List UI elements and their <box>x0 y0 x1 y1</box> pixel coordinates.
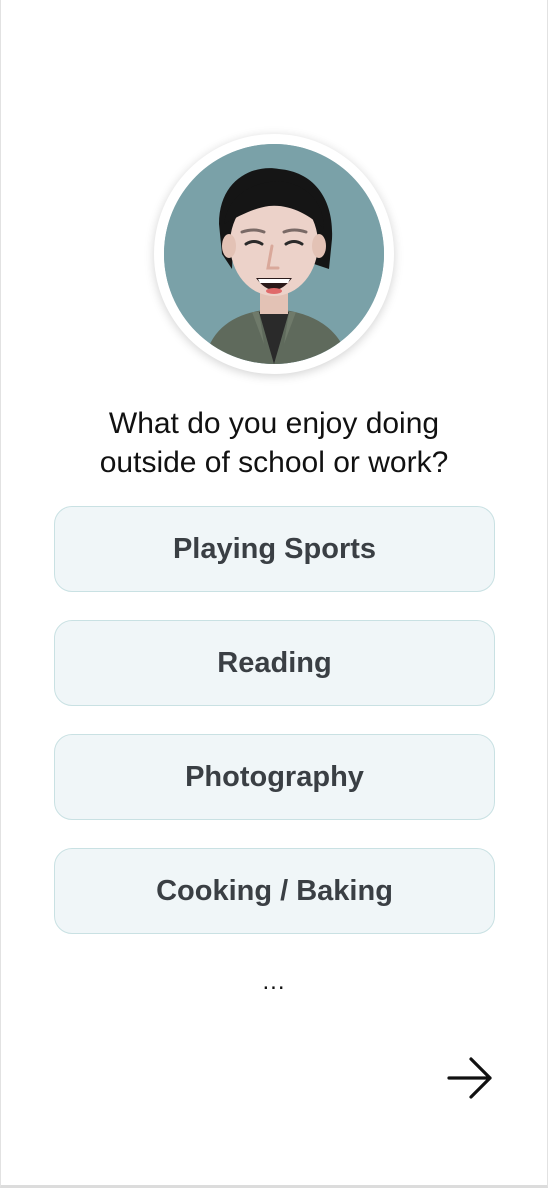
option-label: Reading <box>217 646 332 679</box>
option-playing-sports[interactable]: Playing Sports <box>54 506 495 592</box>
avatar-frame <box>154 134 394 374</box>
options-list: Playing Sports Reading Photography Cooki… <box>54 506 495 962</box>
option-reading[interactable]: Reading <box>54 620 495 706</box>
next-button[interactable] <box>441 1050 499 1106</box>
option-label: Cooking / Baking <box>156 874 393 907</box>
avatar <box>164 144 384 364</box>
question-line-1: What do you enjoy doing <box>108 407 440 440</box>
onboarding-screen: What do you enjoy doing outside of schoo… <box>0 0 548 1188</box>
arrow-right-icon <box>447 1057 492 1099</box>
more-options-indicator: ... <box>262 968 286 995</box>
option-label: Photography <box>185 760 364 793</box>
option-photography[interactable]: Photography <box>54 734 495 820</box>
question-line-2: outside of school or work? <box>99 446 449 479</box>
option-label: Playing Sports <box>172 532 377 565</box>
avatar-illustration <box>164 144 384 364</box>
question-heading: What do you enjoy doing outside of schoo… <box>41 404 507 482</box>
option-cooking-baking[interactable]: Cooking / Baking <box>54 848 495 934</box>
